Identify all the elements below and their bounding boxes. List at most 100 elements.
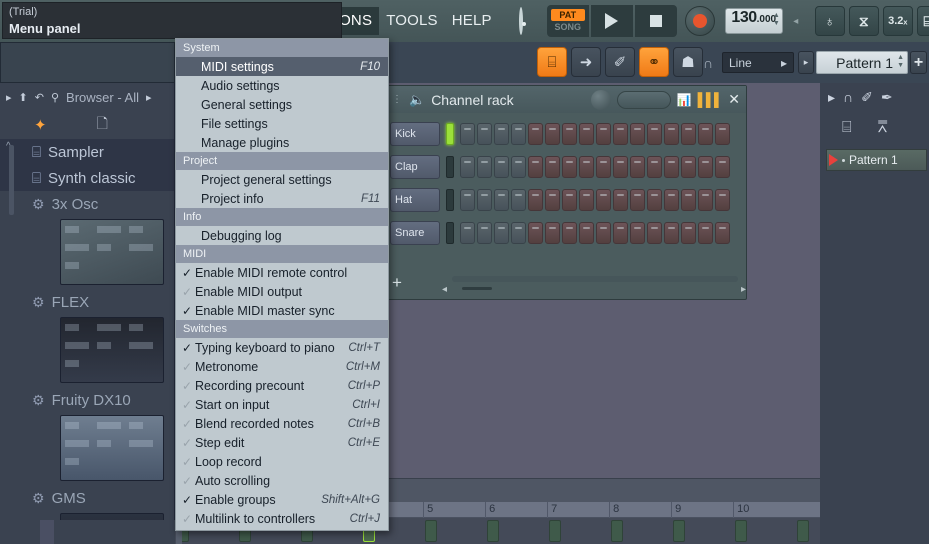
channel-name-button[interactable]: Kick [390,122,440,146]
add-channel-button[interactable]: + [392,273,402,293]
playlist-clip-cell[interactable] [425,520,438,542]
browser-item-sampler[interactable]: ⌸ Sampler [0,139,174,165]
menu-item-midi-settings[interactable]: MIDI settings F10 [176,57,388,76]
browser-plugin-list[interactable]: ^ ⌸Sampler⌸Synth classic⚙3x Osc⚙FLEX⚙Fru… [0,139,174,544]
menu-tools[interactable]: TOOLS [379,7,445,35]
step-button[interactable] [528,156,543,178]
draw-tool[interactable]: ➜ [571,47,601,77]
step-button[interactable] [664,156,679,178]
plugin-thumbnail[interactable] [60,317,164,383]
record-button[interactable] [684,6,715,36]
tempo-display[interactable]: 130 .000 ▲ ▼ [724,8,783,34]
metronome-icon[interactable]: ♁ [814,6,845,36]
menu-item-audio-settings[interactable]: Audio settings [176,76,388,95]
menu-item-project-general-settings[interactable]: Project general settings [176,170,388,189]
menu-item-blend-recorded-notes[interactable]: ✓ Blend recorded notes Ctrl+B [176,414,388,433]
paint-tool-icon[interactable]: ✒ [881,89,893,106]
browser-scrollbar[interactable] [9,145,14,215]
search-icon[interactable]: ⚲ [51,91,59,104]
step-button[interactable] [494,222,509,244]
channel-led[interactable] [446,123,454,145]
menu-item-multilink-to-controllers[interactable]: ✓ Multilink to controllers Ctrl+J [176,509,388,528]
scroll-right-icon[interactable]: ▸ [741,284,746,295]
step-button[interactable] [460,222,475,244]
step-button[interactable] [579,156,594,178]
step-button[interactable] [477,123,492,145]
undo-icon[interactable]: ↶ [35,91,44,104]
step-button[interactable] [698,189,713,211]
step-button[interactable] [511,156,526,178]
menu-item-debugging-log[interactable]: Debugging log [176,226,388,245]
step-button[interactable] [460,189,475,211]
step-button[interactable] [681,189,696,211]
menu-help[interactable]: HELP [445,7,499,35]
playlist-clip-cell[interactable] [735,520,748,542]
playlist-clip-cell[interactable] [487,520,500,542]
menu-item-start-on-input[interactable]: ✓ Start on input Ctrl+I [176,395,388,414]
step-button[interactable] [681,123,696,145]
drag-handle-icon[interactable]: ⋮ [392,94,403,104]
step-button[interactable] [681,222,696,244]
channel-led[interactable] [446,222,454,244]
song-mode-label[interactable]: SONG [555,21,582,33]
step-button[interactable] [511,189,526,211]
channel-name-button[interactable]: Hat [390,188,440,212]
count-in-icon[interactable]: 3.2ₓ [882,6,913,36]
scroll-left-icon[interactable]: ◂ [442,284,447,295]
up-folder-icon[interactable]: ⬆ [19,91,28,104]
step-button[interactable] [698,156,713,178]
step-button[interactable] [698,222,713,244]
step-button[interactable] [715,222,730,244]
step-button[interactable] [562,222,577,244]
pattern-prev-button[interactable]: ▸ [798,51,814,74]
bar-chart-icon[interactable]: 📊 [677,93,692,107]
step-button[interactable] [613,222,628,244]
step-button[interactable] [562,189,577,211]
browser-item-synth-classic[interactable]: ⌸ Synth classic [0,165,174,191]
playlist-clip-cell[interactable] [797,520,810,542]
menu-item-recording-precount[interactable]: ✓ Recording precount Ctrl+P [176,376,388,395]
paint-tool[interactable]: ✐ [605,47,635,77]
menu-item-enable-midi-master-sync[interactable]: ✓ Enable MIDI master sync [176,301,388,320]
step-button[interactable] [477,189,492,211]
step-button[interactable] [460,123,475,145]
step-button[interactable] [477,156,492,178]
step-button[interactable] [664,123,679,145]
graph-editor-pill[interactable] [616,90,671,109]
playlist-clip-cell[interactable] [673,520,686,542]
step-button[interactable] [647,189,662,211]
piano-roll-tool[interactable]: ⌸ [537,47,567,77]
step-button[interactable] [545,156,560,178]
step-button[interactable] [664,222,679,244]
step-button[interactable] [494,156,509,178]
browser-menu-chevron-icon[interactable]: ▸ [146,91,152,104]
plugin-thumbnail[interactable] [60,415,164,481]
star-icon[interactable]: ✦ [34,116,47,134]
audio-mode-icon[interactable]: ⩞ [878,119,888,137]
wait-for-input-icon[interactable]: ⧖ [848,6,879,36]
swing-knob[interactable] [590,89,611,110]
step-button[interactable] [596,156,611,178]
step-button[interactable] [511,123,526,145]
playlist-clip-cell[interactable] [611,520,624,542]
add-pattern-button[interactable]: + [910,51,927,74]
close-icon[interactable]: ✕ [728,91,740,108]
mute-tool[interactable]: ☗ [673,47,703,77]
tempo-menu-chevron-icon[interactable]: ◂ [789,6,803,36]
channel-rack-titlebar[interactable]: ⋮ 🔈 Channel rack 📊 ▌▌▌ ✕ [386,86,746,113]
chevron-right-icon[interactable]: ▸ [6,91,12,104]
channel-led[interactable] [446,156,454,178]
menu-item-auto-scrolling[interactable]: ✓ Auto scrolling [176,471,388,490]
menu-item-step-edit[interactable]: ✓ Step edit Ctrl+E [176,433,388,452]
playlist-menu-chevron-icon[interactable]: ▸ [828,89,835,106]
pattern-selector[interactable]: Pattern 1 ▲ ▼ [816,51,908,74]
step-button[interactable] [477,222,492,244]
step-button[interactable] [579,123,594,145]
snap-select[interactable]: Line ▸ [722,52,794,73]
playlist-clip-cell[interactable] [549,520,562,542]
menu-item-enable-groups[interactable]: ✓ Enable groups Shift+Alt+G [176,490,388,509]
magnet-snap-icon[interactable]: ∩ [843,89,853,105]
step-button[interactable] [630,189,645,211]
stop-button[interactable] [634,5,677,37]
menu-item-enable-midi-remote-control[interactable]: ✓ Enable MIDI remote control [176,263,388,282]
